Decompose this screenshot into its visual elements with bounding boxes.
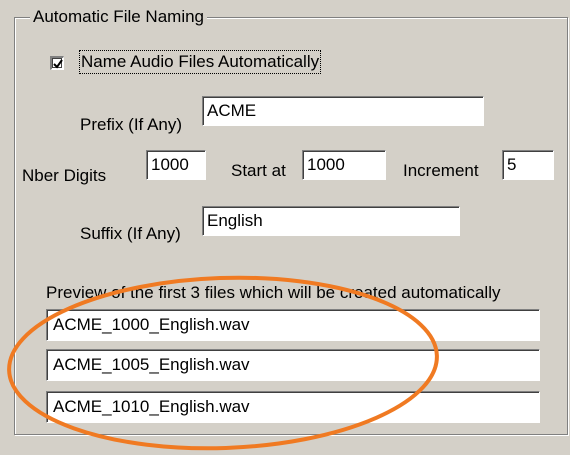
prefix-input[interactable] <box>202 96 484 126</box>
digits-label: Nber Digits <box>22 166 107 185</box>
auto-name-label[interactable]: Name Audio Files Automatically <box>78 50 322 74</box>
preview-file-2[interactable] <box>46 349 540 381</box>
group-title: Automatic File Naming <box>30 6 208 28</box>
preview-label: Preview of the first 3 files which will … <box>46 283 501 302</box>
start-label: Start at <box>231 161 286 180</box>
increment-label: Increment <box>403 161 479 180</box>
digits-input[interactable] <box>146 150 206 180</box>
preview-file-3[interactable] <box>46 391 540 423</box>
increment-input[interactable] <box>502 150 554 180</box>
start-input[interactable] <box>302 150 386 180</box>
prefix-label: Prefix (If Any) <box>80 115 183 134</box>
suffix-input[interactable] <box>202 206 460 236</box>
preview-file-1[interactable] <box>46 309 540 341</box>
suffix-label: Suffix (If Any) <box>80 224 181 243</box>
auto-name-checkbox[interactable] <box>50 56 64 70</box>
checkmark-icon <box>53 59 63 69</box>
